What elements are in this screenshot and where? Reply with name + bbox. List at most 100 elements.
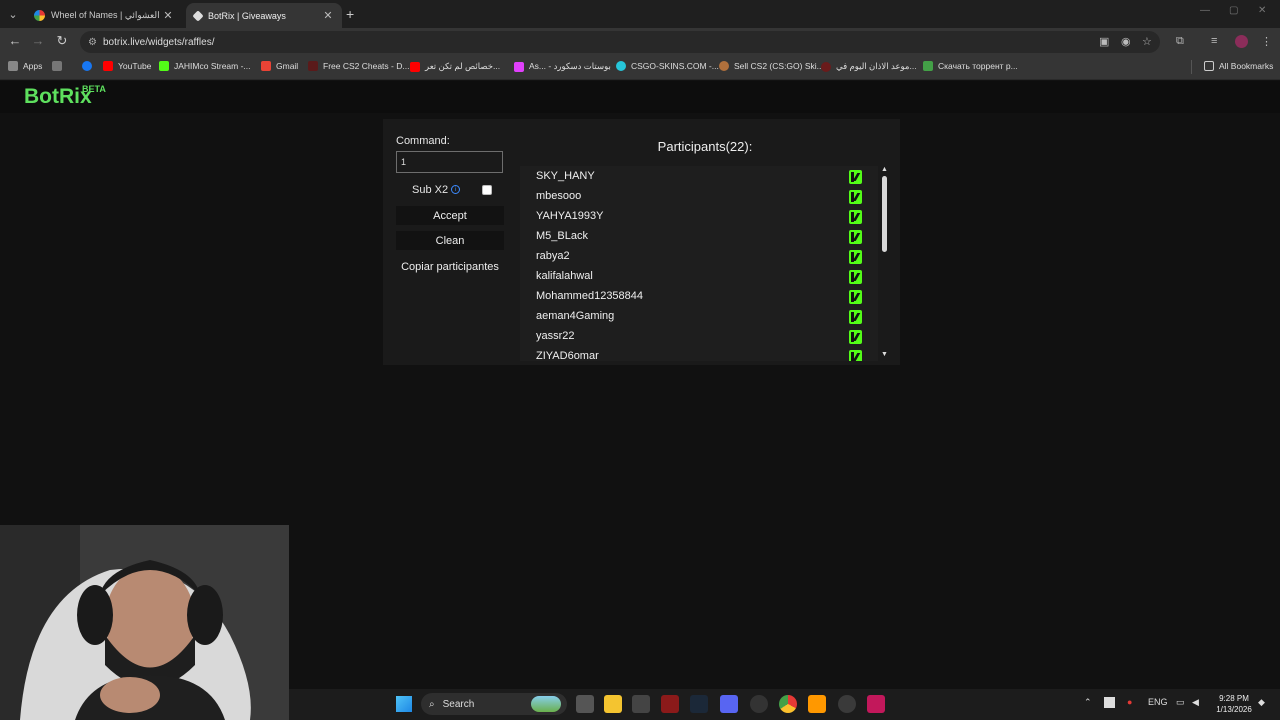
scroll-down-arrow-icon[interactable]: ▼ bbox=[880, 351, 889, 361]
globe-icon bbox=[616, 61, 626, 71]
participants-title: Participants(22): bbox=[657, 139, 753, 154]
network-icon[interactable]: ▭ bbox=[1176, 697, 1185, 708]
bookmark-all[interactable]: All Bookmarks bbox=[1204, 61, 1273, 71]
clock-time: 9:28 PM bbox=[1219, 694, 1249, 703]
kick-platform-icon bbox=[849, 210, 862, 224]
kick-platform-icon bbox=[849, 250, 862, 264]
taskbar-clock[interactable]: 9:28 PM 1/13/2026 bbox=[1212, 693, 1256, 715]
participant-name: kalifalahwal bbox=[536, 270, 593, 282]
file-explorer-icon[interactable] bbox=[604, 695, 622, 713]
kick-icon bbox=[159, 61, 169, 71]
info-icon[interactable]: i bbox=[451, 185, 460, 194]
tab-search-icon[interactable]: ⌄ bbox=[4, 5, 22, 23]
microphone-icon[interactable]: ● bbox=[1127, 697, 1132, 707]
beta-badge: BETA bbox=[82, 84, 106, 94]
settings-gear-icon[interactable] bbox=[838, 695, 856, 713]
language-indicator[interactable]: ENG bbox=[1148, 697, 1168, 707]
minimize-icon[interactable]: — bbox=[1200, 5, 1210, 16]
participant-name: SKY_HANY bbox=[536, 170, 595, 182]
copy-participants-button[interactable]: Copiar participantes bbox=[396, 257, 504, 276]
logitech-icon[interactable] bbox=[632, 695, 650, 713]
steam-icon[interactable] bbox=[690, 695, 708, 713]
close-icon[interactable]: ✕ bbox=[322, 9, 334, 22]
reload-icon[interactable]: ↻ bbox=[53, 33, 71, 49]
participant-row[interactable]: YAHYA1993Y bbox=[520, 206, 878, 226]
kick-tray-icon[interactable] bbox=[1104, 697, 1115, 708]
windows-start-icon[interactable] bbox=[396, 696, 412, 712]
bookmark-arabic-1[interactable]: خصائص لم تكن تعر... bbox=[410, 61, 500, 72]
bookmark-youtube[interactable]: YouTube bbox=[103, 61, 151, 71]
kick-platform-icon bbox=[849, 350, 862, 361]
participant-row[interactable]: kalifalahwal bbox=[520, 266, 878, 286]
media-icon[interactable]: ≡ bbox=[1211, 35, 1217, 47]
participant-row[interactable]: ZIYAD6omar bbox=[520, 346, 878, 361]
maximize-icon[interactable]: ▢ bbox=[1229, 5, 1238, 16]
vlc-icon[interactable] bbox=[808, 695, 826, 713]
eye-off-icon[interactable]: ◉ bbox=[1121, 35, 1131, 48]
app-icon[interactable] bbox=[867, 695, 885, 713]
participant-row[interactable]: yassr22 bbox=[520, 326, 878, 346]
new-tab-icon[interactable]: + bbox=[346, 6, 354, 22]
translate-icon[interactable]: ▣ bbox=[1099, 35, 1109, 48]
bookmark-grid[interactable] bbox=[52, 61, 67, 71]
scroll-up-arrow-icon[interactable]: ▲ bbox=[880, 166, 889, 176]
participant-name: YAHYA1993Y bbox=[536, 210, 604, 222]
notifications-icon[interactable]: ◆ bbox=[1258, 697, 1265, 708]
tab-wheel-of-names[interactable]: Wheel of Names | نيم العشوائي ✕ bbox=[26, 3, 182, 28]
webcam-overlay bbox=[0, 525, 289, 720]
clean-button[interactable]: Clean bbox=[396, 231, 504, 250]
cheats-icon bbox=[308, 61, 318, 71]
botrix-favicon-icon bbox=[192, 9, 204, 22]
menu-icon[interactable]: ⋮ bbox=[1261, 35, 1272, 48]
clock-date: 1/13/2026 bbox=[1216, 705, 1252, 714]
bookmark-gmail[interactable]: Gmail bbox=[261, 61, 298, 71]
scrollbar-thumb[interactable] bbox=[882, 176, 887, 252]
tab-botrix-giveaways[interactable]: BotRix | Giveaways ✕ bbox=[186, 3, 342, 28]
tab-title: BotRix | Giveaways bbox=[208, 10, 286, 21]
accept-button[interactable]: Accept bbox=[396, 206, 504, 225]
participant-name: Mohammed12358844 bbox=[536, 290, 644, 302]
bookmark-prayer-times[interactable]: موعد الاذان اليوم في... bbox=[821, 61, 917, 72]
profile-avatar[interactable] bbox=[1235, 35, 1248, 48]
participant-row[interactable]: SKY_HANY bbox=[520, 166, 878, 186]
close-icon[interactable]: ✕ bbox=[162, 9, 174, 22]
volume-icon[interactable]: ◀ bbox=[1192, 697, 1199, 708]
back-icon[interactable]: ← bbox=[6, 33, 24, 48]
participant-row[interactable]: aeman4Gaming bbox=[520, 306, 878, 326]
extensions-icon[interactable]: ⧉ bbox=[1176, 35, 1184, 48]
kick-platform-icon bbox=[849, 270, 862, 284]
command-input[interactable] bbox=[396, 151, 503, 173]
participants-list[interactable]: SKY_HANYmbesooo YAHYA1993Y M5_BLack rabya2 k… bbox=[520, 166, 878, 361]
search-highlight-icon bbox=[531, 696, 561, 712]
bookmark-csgo-skins[interactable]: CSGO-SKINS.COM -... bbox=[616, 61, 719, 71]
bookmark-jahimco[interactable]: JAHIMco Stream -... bbox=[159, 61, 251, 71]
bookmark-cs2-cheats[interactable]: Free CS2 Cheats - D... bbox=[308, 61, 409, 71]
window-close-icon[interactable]: ✕ bbox=[1258, 5, 1266, 16]
obs-icon[interactable] bbox=[750, 695, 768, 713]
bookmark-facebook[interactable] bbox=[82, 61, 97, 71]
site-info-icon[interactable]: ⚙ bbox=[88, 37, 97, 48]
participant-row[interactable]: mbesooo bbox=[520, 186, 878, 206]
address-bar[interactable]: ⚙ botrix.live/widgets/raffles/ bbox=[80, 31, 1160, 53]
participant-row[interactable]: rabya2 bbox=[520, 246, 878, 266]
kick-platform-icon bbox=[849, 330, 862, 344]
bookmark-sell-cs2[interactable]: Sell CS2 (CS:GO) Ski... bbox=[719, 61, 824, 71]
chrome-icon[interactable] bbox=[779, 695, 797, 713]
sub-x2-checkbox[interactable] bbox=[482, 185, 492, 195]
discord-icon[interactable] bbox=[720, 695, 738, 713]
task-view-icon[interactable] bbox=[576, 695, 594, 713]
show-hidden-icons-icon[interactable]: ⌃ bbox=[1084, 697, 1092, 708]
bookmark-torrent[interactable]: Скачать торрент р... bbox=[923, 61, 1018, 71]
bookmark-star-icon[interactable]: ☆ bbox=[1142, 35, 1152, 48]
search-icon: ⌕ bbox=[429, 698, 435, 710]
participant-row[interactable]: M5_BLack bbox=[520, 226, 878, 246]
heart-icon bbox=[514, 61, 524, 72]
bookmark-discord-posts[interactable]: As... - بوستات دسكورد bbox=[514, 61, 611, 72]
forward-icon[interactable]: → bbox=[29, 33, 47, 48]
bookmark-apps[interactable]: Apps bbox=[8, 61, 42, 71]
valorant-icon[interactable] bbox=[661, 695, 679, 713]
participant-row[interactable]: Mohammed12358844 bbox=[520, 286, 878, 306]
url-text: botrix.live/widgets/raffles/ bbox=[102, 36, 215, 48]
participant-name: rabya2 bbox=[536, 250, 570, 262]
taskbar-search[interactable]: ⌕ Search bbox=[421, 693, 567, 715]
